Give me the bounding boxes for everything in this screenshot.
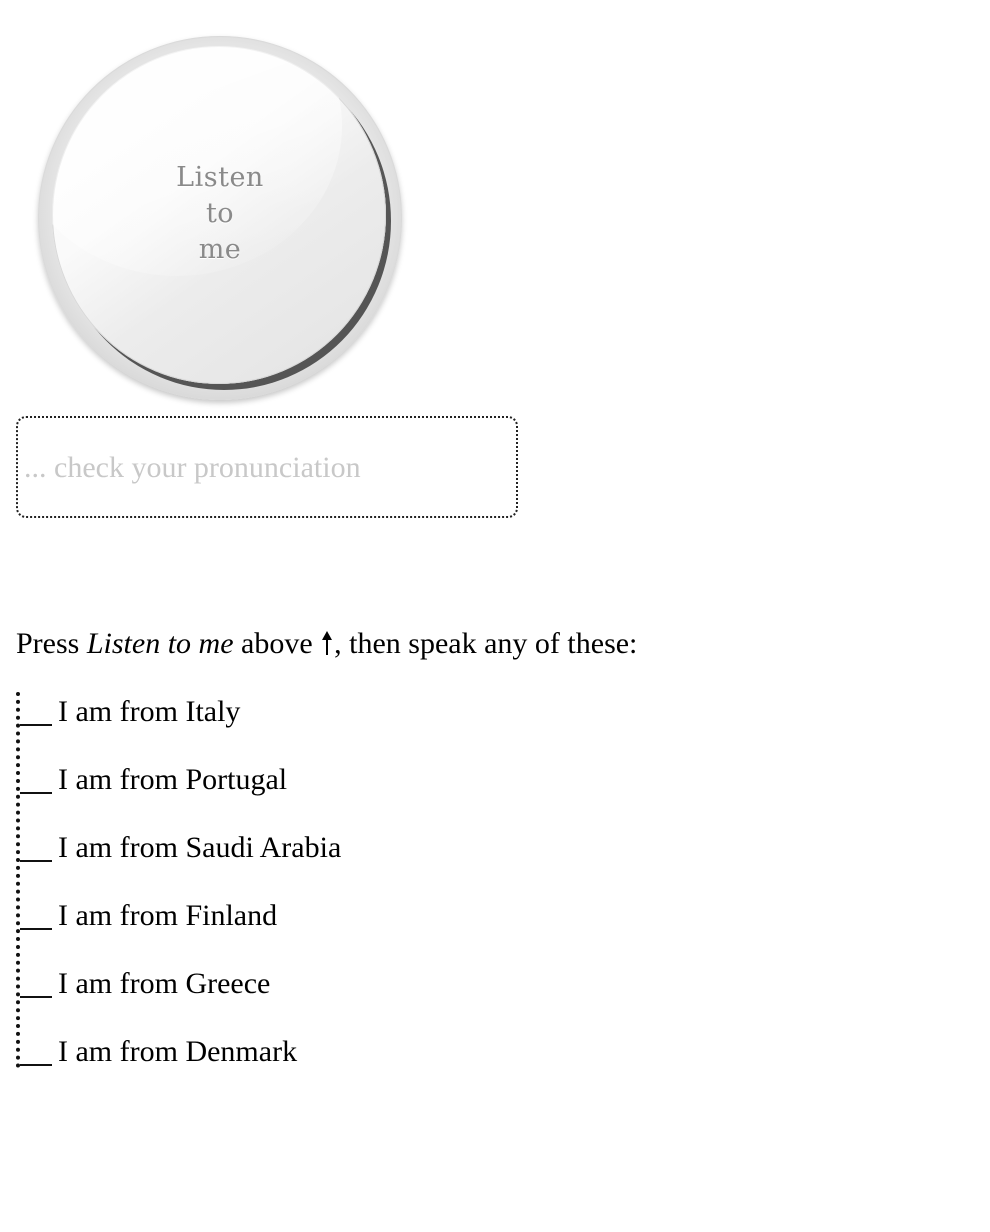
phrase-item: I am from Finland [20, 896, 620, 964]
phrase-item: I am from Portugal [20, 760, 620, 828]
phrase-list: I am from Italy I am from Portugal I am … [16, 692, 620, 1068]
phrase-text: I am from Greece [58, 967, 271, 1000]
instruction-middle: above [233, 627, 321, 660]
phrase-item: I am from Italy [20, 692, 620, 760]
instruction-button-reference: Listen to me [86, 627, 234, 660]
phrase-text: I am from Denmark [58, 1035, 298, 1068]
phrase-text: I am from Italy [58, 695, 241, 728]
listen-to-me-button[interactable]: Listen to me [38, 36, 402, 400]
pronunciation-output-placeholder: ... check your pronunciation [24, 451, 361, 484]
up-arrow-icon [322, 631, 333, 655]
phrase-item: I am from Greece [20, 964, 620, 1032]
listen-button-label-line2: to [205, 198, 235, 229]
instruction-text: Press Listen to me above , then speak an… [16, 624, 637, 664]
phrase-text: I am from Portugal [58, 763, 288, 796]
pronunciation-output-field[interactable]: ... check your pronunciation [16, 416, 518, 518]
listen-button-label-line3: me [198, 234, 242, 265]
phrase-item: I am from Saudi Arabia [20, 828, 620, 896]
listen-button-label: Listen to me [38, 160, 402, 268]
phrase-item: I am from Denmark [20, 1032, 620, 1100]
page: Listen to me ... check your pronunciatio… [0, 0, 990, 1232]
phrase-text: I am from Finland [58, 899, 278, 932]
instruction-suffix: , then speak any of these: [334, 627, 638, 660]
phrase-marker [20, 896, 52, 930]
listen-button-label-line1: Listen [176, 162, 264, 193]
phrase-text: I am from Saudi Arabia [58, 831, 342, 864]
phrase-marker [20, 692, 52, 726]
instruction-prefix: Press [16, 627, 87, 660]
phrase-marker [20, 760, 52, 794]
phrase-marker [20, 828, 52, 862]
phrase-marker [20, 1032, 52, 1066]
phrase-marker [20, 964, 52, 998]
